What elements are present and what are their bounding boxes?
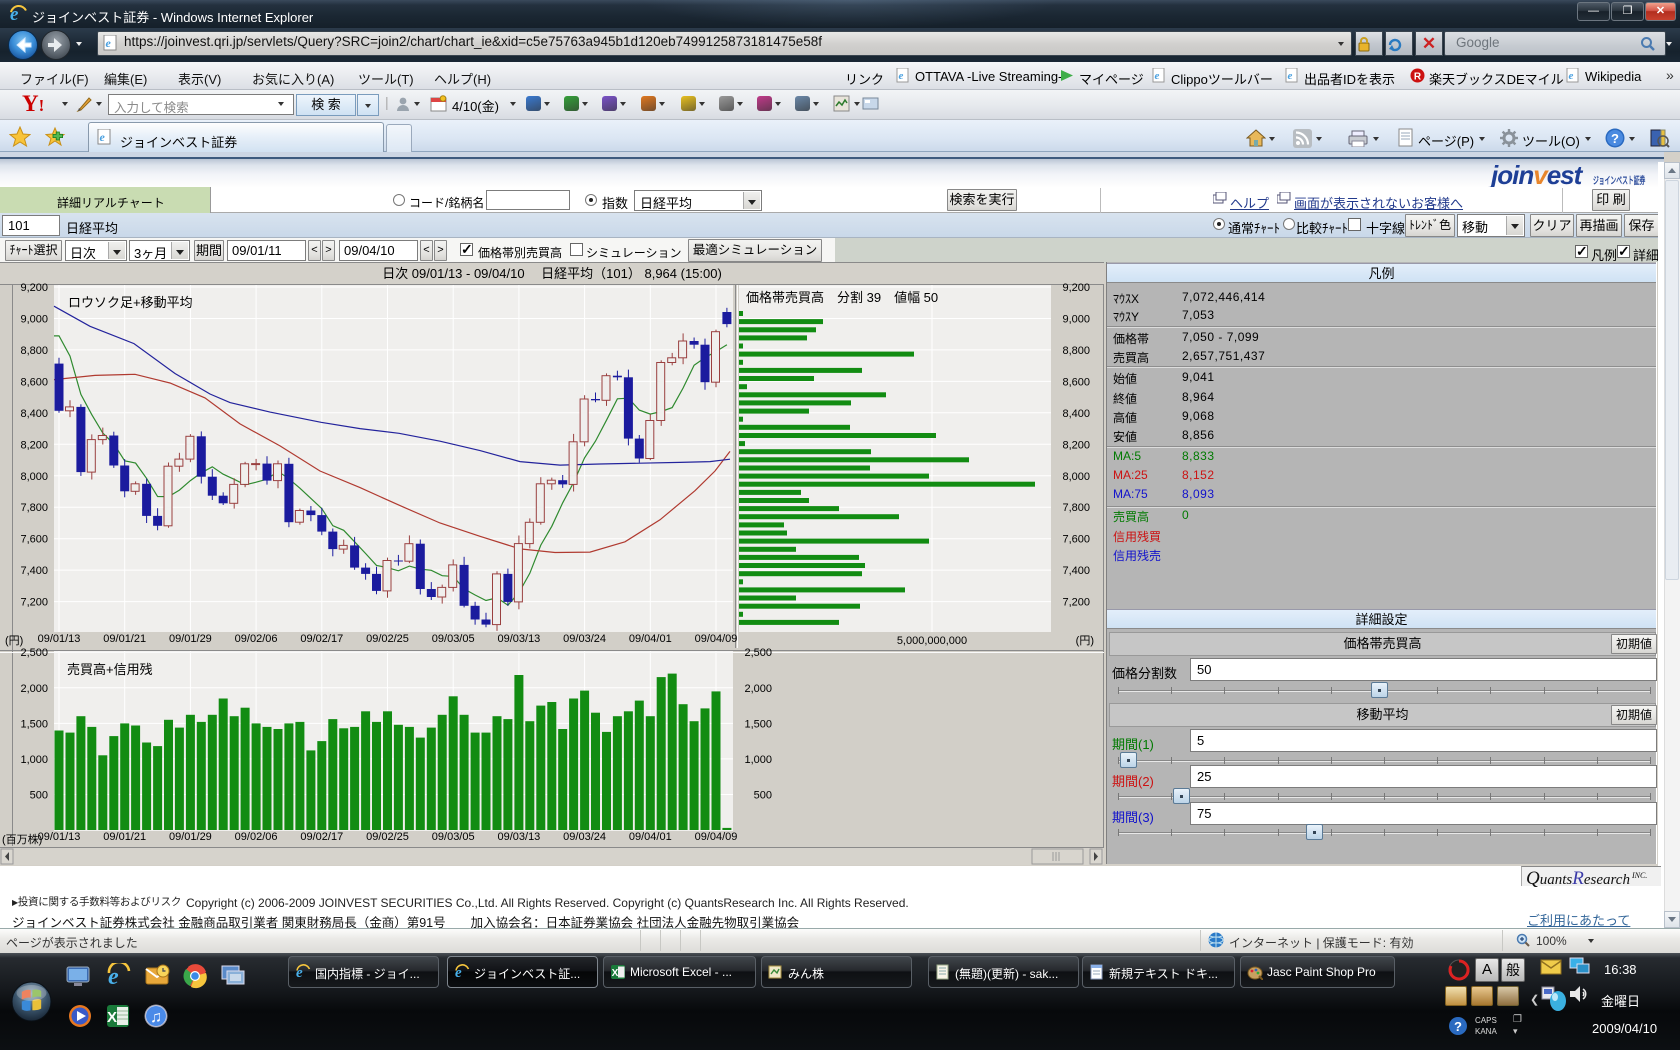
svg-text:7,800: 7,800 <box>20 502 48 514</box>
svg-text:7,600: 7,600 <box>1062 534 1090 546</box>
svg-text:2,500: 2,500 <box>744 647 772 659</box>
svg-text:7,800: 7,800 <box>1062 502 1090 514</box>
svg-text:09/04/01: 09/04/01 <box>629 831 672 843</box>
svg-text:2,500: 2,500 <box>20 647 48 659</box>
svg-text:09/01/21: 09/01/21 <box>103 831 146 843</box>
svg-text:ロウソク足+移動平均: ロウソク足+移動平均 <box>68 295 193 310</box>
svg-text:X: X <box>107 1009 117 1026</box>
svg-text:09/02/06: 09/02/06 <box>235 831 278 843</box>
svg-text:1,000: 1,000 <box>744 754 772 766</box>
svg-text:7,400: 7,400 <box>1062 565 1090 577</box>
svg-text:2,000: 2,000 <box>744 683 772 695</box>
svg-text:X: X <box>612 968 619 979</box>
svg-text:1,000: 1,000 <box>20 754 48 766</box>
svg-text:(百万株): (百万株) <box>2 832 42 846</box>
svg-text:5,000,000,000: 5,000,000,000 <box>897 635 967 647</box>
svg-text:8,400: 8,400 <box>20 408 48 420</box>
svg-text:8,200: 8,200 <box>20 439 48 451</box>
svg-text:09/04/09: 09/04/09 <box>695 831 738 843</box>
svg-text:2,000: 2,000 <box>20 683 48 695</box>
svg-text:8,800: 8,800 <box>20 345 48 357</box>
svg-text:09/01/29: 09/01/29 <box>169 831 212 843</box>
svg-text:1,500: 1,500 <box>20 718 48 730</box>
svg-text:8,400: 8,400 <box>1062 408 1090 420</box>
svg-text:e: e <box>1155 70 1160 82</box>
svg-text:9,200: 9,200 <box>1062 282 1090 294</box>
svg-text:7,600: 7,600 <box>20 534 48 546</box>
svg-text:09/03/13: 09/03/13 <box>497 633 540 645</box>
svg-text:09/03/24: 09/03/24 <box>563 831 606 843</box>
svg-text:売買高+信用残: 売買高+信用残 <box>67 662 153 677</box>
svg-text:500: 500 <box>30 790 48 802</box>
svg-text:7,200: 7,200 <box>1062 597 1090 609</box>
svg-text:e: e <box>1569 70 1574 82</box>
svg-text:7,400: 7,400 <box>20 565 48 577</box>
svg-text:?: ? <box>1454 1019 1462 1034</box>
svg-text:500: 500 <box>754 790 772 802</box>
svg-text:7,200: 7,200 <box>20 597 48 609</box>
svg-text:e: e <box>100 130 106 144</box>
svg-text:9,000: 9,000 <box>20 314 48 326</box>
svg-text:09/03/24: 09/03/24 <box>563 633 606 645</box>
svg-text:e: e <box>296 965 303 980</box>
svg-text:09/01/29: 09/01/29 <box>169 633 212 645</box>
svg-text:9,000: 9,000 <box>1062 314 1090 326</box>
svg-text:09/04/09: 09/04/09 <box>695 633 738 645</box>
svg-text:?: ? <box>1611 131 1619 146</box>
svg-text:09/02/25: 09/02/25 <box>366 633 409 645</box>
svg-text:e: e <box>106 36 112 50</box>
svg-text:09/01/21: 09/01/21 <box>103 633 146 645</box>
svg-text:09/01/13: 09/01/13 <box>38 633 81 645</box>
svg-text:09/03/13: 09/03/13 <box>497 831 540 843</box>
svg-text:8,600: 8,600 <box>1062 376 1090 388</box>
svg-text:09/04/01: 09/04/01 <box>629 633 672 645</box>
svg-text:09/03/05: 09/03/05 <box>432 633 475 645</box>
svg-text:09/02/25: 09/02/25 <box>366 831 409 843</box>
svg-text:8,600: 8,600 <box>20 376 48 388</box>
svg-text:e: e <box>899 70 904 82</box>
svg-text:e: e <box>1288 70 1293 82</box>
svg-text:♫: ♫ <box>150 1009 162 1026</box>
svg-text:R: R <box>1414 72 1422 83</box>
svg-text:1,500: 1,500 <box>744 718 772 730</box>
svg-text:09/01/13: 09/01/13 <box>38 831 81 843</box>
svg-text:09/02/06: 09/02/06 <box>235 633 278 645</box>
svg-text:e: e <box>455 965 462 980</box>
svg-text:(円): (円) <box>5 635 23 647</box>
svg-text:09/02/17: 09/02/17 <box>300 831 343 843</box>
svg-text:8,000: 8,000 <box>20 471 48 483</box>
svg-text:(円): (円) <box>1076 635 1094 647</box>
svg-text:9,200: 9,200 <box>20 282 48 294</box>
svg-text:09/03/05: 09/03/05 <box>432 831 475 843</box>
svg-text:09/02/17: 09/02/17 <box>300 633 343 645</box>
svg-text:日次 09/01/13 - 09/04/10 日経平均（1: 日次 09/01/13 - 09/04/10 日経平均（101） 8,964 (… <box>382 266 722 281</box>
svg-text:価格帯売買高 分割 39 値幅 50: 価格帯売買高 分割 39 値幅 50 <box>746 290 938 305</box>
svg-text:8,000: 8,000 <box>1062 471 1090 483</box>
svg-text:8,800: 8,800 <box>1062 345 1090 357</box>
svg-text:8,200: 8,200 <box>1062 439 1090 451</box>
